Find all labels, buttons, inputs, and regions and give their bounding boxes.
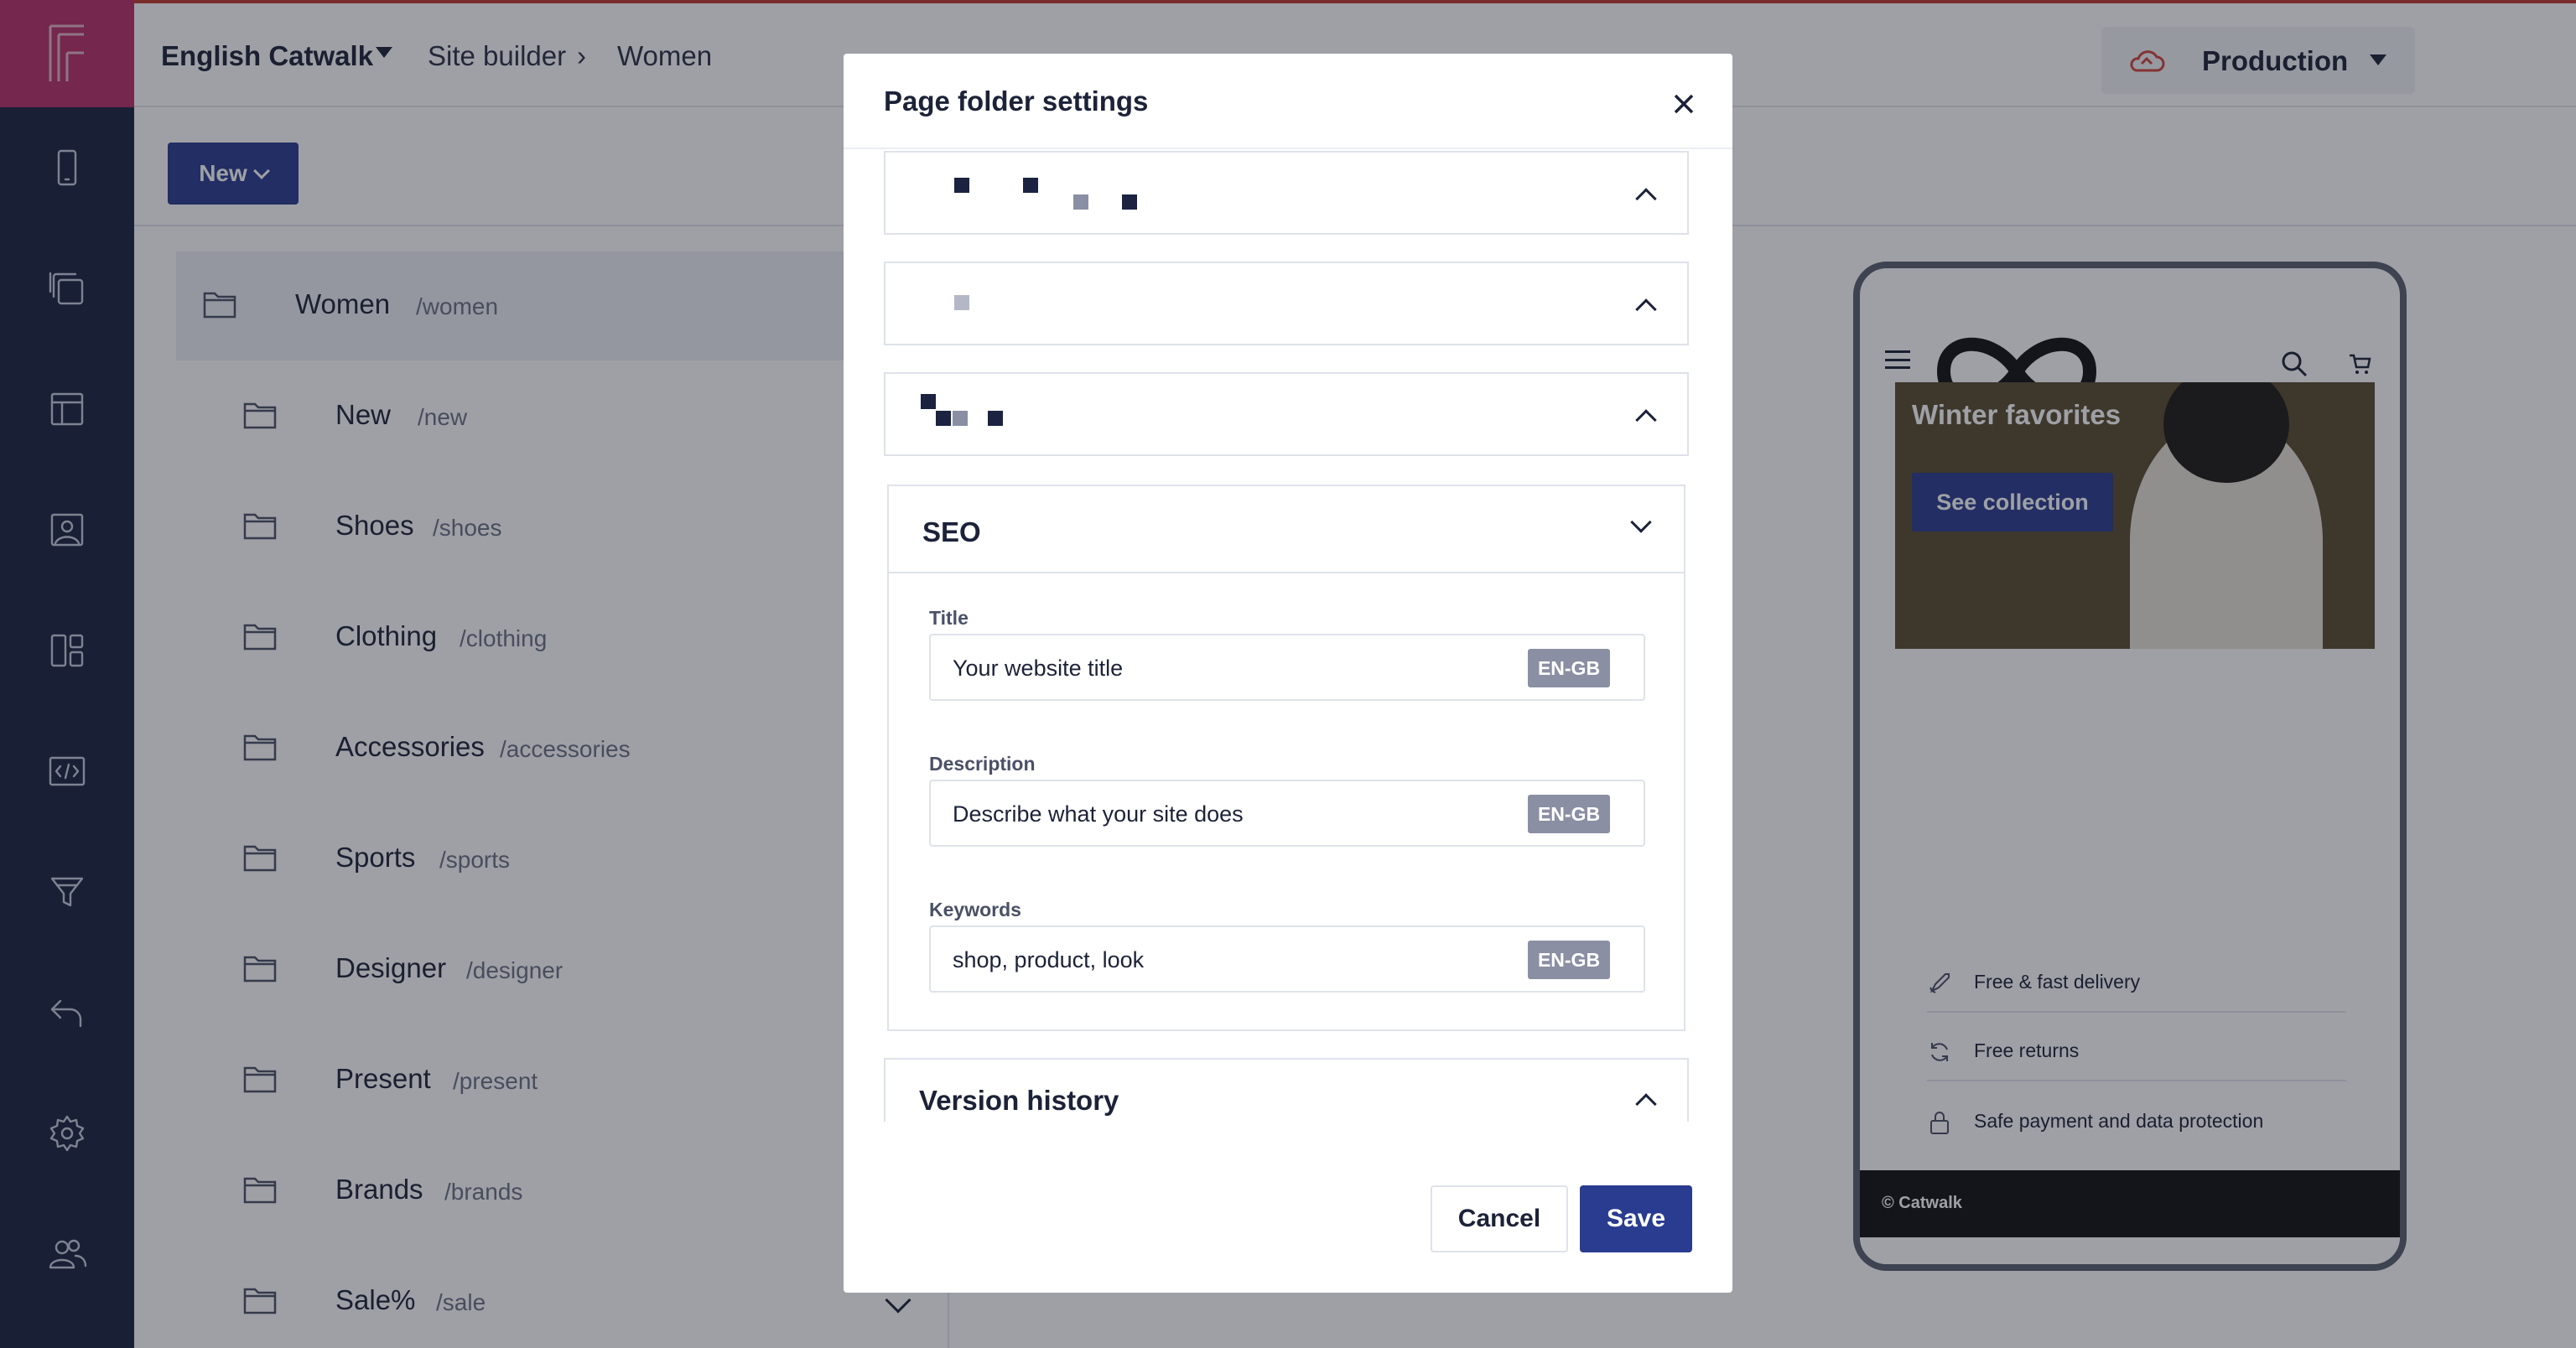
settings-section-2[interactable] xyxy=(884,262,1689,345)
chevron-up-icon xyxy=(1635,1093,1657,1115)
redacted-label xyxy=(921,394,936,409)
description-label: Description xyxy=(929,753,1036,775)
seo-title-field[interactable]: Your website title EN-GB xyxy=(929,634,1645,701)
chevron-up-icon xyxy=(1635,298,1657,320)
dialog-header-divider xyxy=(844,148,1732,149)
chevron-down-icon xyxy=(1630,511,1652,533)
chevron-up-icon xyxy=(1635,409,1657,431)
dialog-title: Page folder settings xyxy=(884,86,1149,117)
seo-section-inner: SEO Title Your website title EN-GB Descr… xyxy=(887,485,1685,1031)
seo-keywords-value: shop, product, look xyxy=(953,947,1145,972)
locale-badge: EN-GB xyxy=(1528,795,1610,833)
redacted-label xyxy=(1023,178,1038,193)
locale-badge: EN-GB xyxy=(1528,941,1610,979)
version-history-title: Version history xyxy=(919,1085,1119,1116)
settings-section-1[interactable] xyxy=(884,151,1689,235)
seo-description-value: Describe what your site does xyxy=(953,801,1244,827)
keywords-label: Keywords xyxy=(929,899,1021,920)
seo-section-header[interactable]: SEO xyxy=(889,486,1684,573)
title-label: Title xyxy=(929,607,969,629)
version-history-section[interactable]: Version history xyxy=(884,1058,1689,1122)
redacted-label xyxy=(936,411,951,426)
seo-keywords-field[interactable]: shop, product, look EN-GB xyxy=(929,925,1645,993)
redacted-label xyxy=(953,411,968,426)
seo-title-value: Your website title xyxy=(953,656,1124,681)
chevron-up-icon xyxy=(1635,188,1657,210)
locale-badge: EN-GB xyxy=(1528,649,1610,687)
redacted-label xyxy=(988,411,1003,426)
seo-description-field[interactable]: Describe what your site does EN-GB xyxy=(929,780,1645,847)
redacted-label xyxy=(954,295,969,310)
save-button[interactable]: Save xyxy=(1580,1185,1692,1252)
seo-section: SEO Title Your website title EN-GB Descr… xyxy=(879,476,1694,1040)
settings-section-3[interactable] xyxy=(884,372,1689,456)
redacted-label xyxy=(1073,194,1088,210)
redacted-label xyxy=(954,178,969,193)
close-icon[interactable] xyxy=(1669,89,1699,119)
redacted-label xyxy=(1122,194,1137,210)
seo-section-title: SEO xyxy=(922,516,981,547)
cancel-button[interactable]: Cancel xyxy=(1431,1185,1568,1252)
